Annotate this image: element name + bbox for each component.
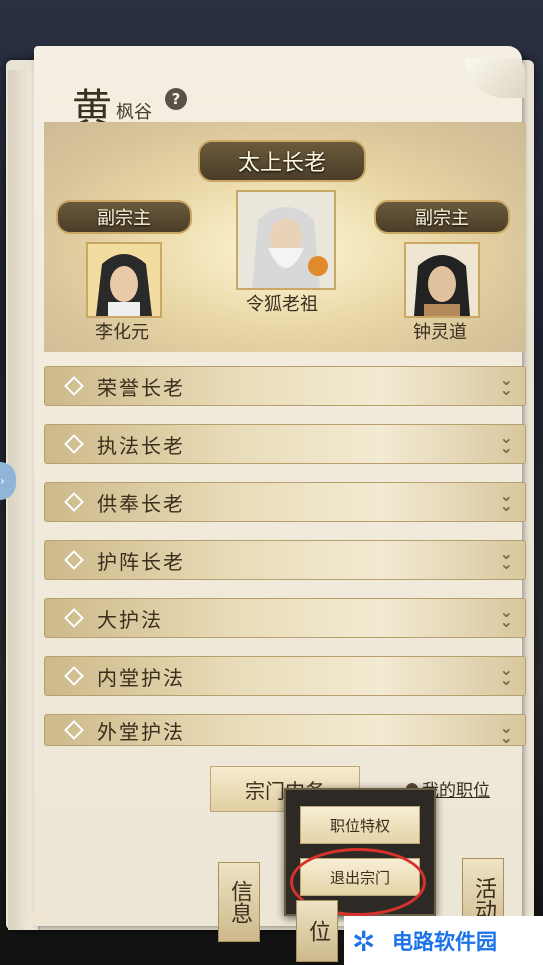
position-privileges-button[interactable]: 职位特权 — [300, 806, 420, 844]
rank-row-honorary-elder[interactable]: 荣誉长老 ⌄ ⌄ — [44, 366, 526, 406]
vice-master-banner-left: 副宗主 — [56, 200, 192, 234]
rank-label: 外堂护法 — [97, 719, 185, 744]
rank-label: 内堂护法 — [97, 665, 185, 690]
diamond-icon — [64, 376, 84, 396]
vice-master-right-name: 钟灵道 — [413, 322, 467, 343]
grand-elder-portrait[interactable] — [236, 190, 336, 290]
rank-row-grand-guardian[interactable]: 大护法 ⌄ ⌄ — [44, 598, 526, 638]
vice-master-banner-right: 副宗主 — [374, 200, 510, 234]
vice-master-left-portrait[interactable] — [86, 242, 162, 318]
rank-row-law-elder[interactable]: 执法长老 ⌄ ⌄ — [44, 424, 526, 464]
diamond-icon — [64, 720, 84, 740]
rank-label: 供奉长老 — [97, 491, 185, 516]
watermark-logo-icon: ✲ — [352, 924, 376, 958]
tab-info[interactable]: 信息 — [218, 862, 260, 942]
chevron-down-icon[interactable]: ⌄ ⌄ — [500, 720, 513, 746]
diamond-icon — [64, 550, 84, 570]
tab-position[interactable]: 位 — [296, 900, 338, 962]
rank-label: 荣誉长老 — [97, 375, 185, 400]
character-avatar-icon — [406, 244, 478, 316]
vice-master-right-portrait[interactable] — [404, 242, 480, 318]
diamond-icon — [64, 434, 84, 454]
vice-master-left-name: 李化元 — [95, 322, 149, 343]
chevron-down-icon[interactable]: ⌄ ⌄ — [500, 546, 513, 572]
watermark-text: 电路软件园 — [392, 929, 497, 954]
grand-elder-banner: 太上长老 — [198, 140, 366, 182]
rank-label: 执法长老 — [97, 433, 185, 458]
grand-elder-name: 令狐老祖 — [246, 294, 318, 315]
sect-name: 枫谷 — [116, 102, 152, 123]
character-avatar-icon — [238, 192, 334, 288]
chevron-down-icon[interactable]: ⌄ ⌄ — [500, 372, 513, 398]
rank-label: 大护法 — [97, 607, 163, 632]
chevron-down-icon[interactable]: ⌄ ⌄ — [500, 604, 513, 630]
rank-row-offering-elder[interactable]: 供奉长老 ⌄ ⌄ — [44, 482, 526, 522]
rank-row-formation-elder[interactable]: 护阵长老 ⌄ ⌄ — [44, 540, 526, 580]
help-icon[interactable]: ? — [165, 88, 187, 110]
back-arrow-icon[interactable]: ↶ — [24, 904, 68, 939]
rank-row-outer-guardian[interactable]: 外堂护法 ⌄ ⌄ — [44, 714, 526, 746]
character-avatar-icon — [88, 244, 160, 316]
diamond-icon — [64, 666, 84, 686]
diamond-icon — [64, 608, 84, 628]
rank-label: 护阵长老 — [97, 549, 185, 574]
diamond-icon — [64, 492, 84, 512]
chevron-down-icon[interactable]: ⌄ ⌄ — [500, 488, 513, 514]
chevron-down-icon[interactable]: ⌄ ⌄ — [500, 430, 513, 456]
chevron-down-icon[interactable]: ⌄ ⌄ — [500, 662, 513, 688]
rank-row-inner-guardian[interactable]: 内堂护法 ⌄ ⌄ — [44, 656, 526, 696]
watermark: ✲ 电路软件园 — [344, 916, 543, 965]
